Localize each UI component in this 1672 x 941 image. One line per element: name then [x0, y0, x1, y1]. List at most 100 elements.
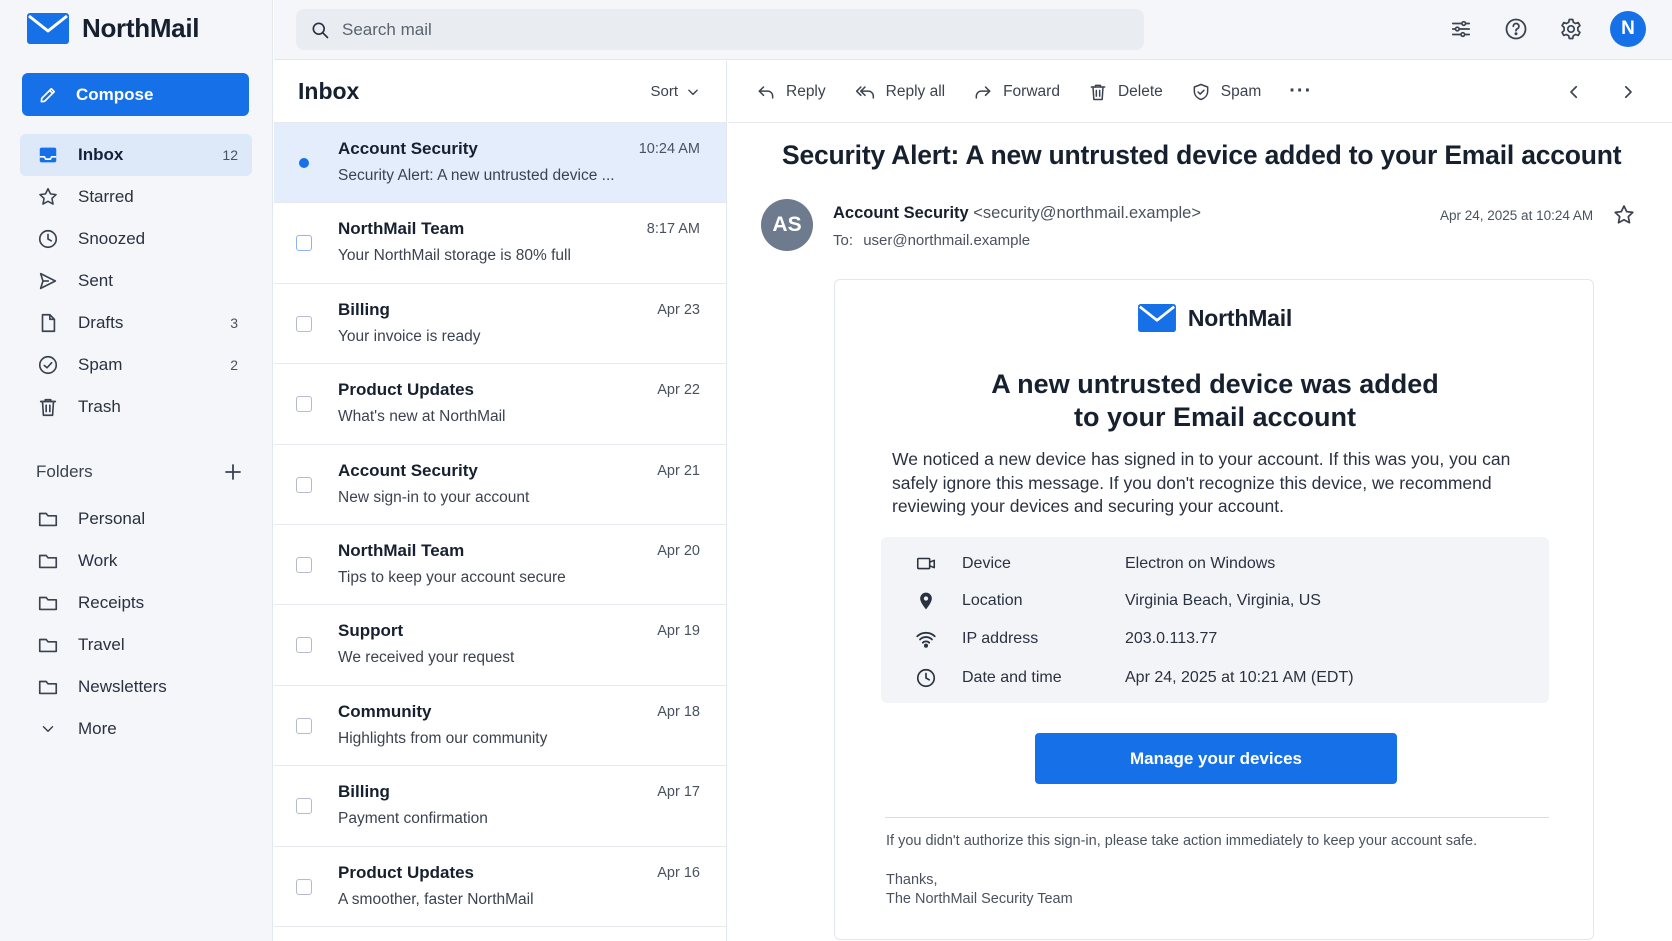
sidebar-item-inbox[interactable]: Inbox 12 — [20, 134, 252, 176]
detail-label: Device — [962, 555, 1011, 572]
message-row[interactable]: Account Security New sign-in to your acc… — [274, 445, 726, 525]
detail-row-device: Device Electron on Windows — [881, 546, 1549, 582]
more-actions-button[interactable]: ··· — [1289, 80, 1312, 103]
sidebar-item-label: Spam — [78, 355, 123, 374]
row-checkbox[interactable] — [296, 637, 312, 654]
chevron-right-icon[interactable] — [1614, 78, 1642, 106]
folder-icon — [36, 675, 60, 699]
row-checkbox[interactable] — [296, 315, 312, 332]
sidebar-item-sent[interactable]: Sent — [20, 260, 252, 302]
sidebar-more[interactable]: More — [20, 708, 252, 750]
message-subject: Your invoice is ready — [338, 327, 481, 345]
row-checkbox[interactable] — [296, 396, 312, 413]
folder-item-personal[interactable]: Personal — [20, 498, 252, 540]
message-row[interactable]: Product Updates What's new at NorthMail … — [274, 364, 726, 445]
brand[interactable]: NorthMail — [27, 13, 199, 44]
sidebar-item-snoozed[interactable]: Snoozed — [20, 218, 252, 260]
star-icon[interactable] — [1612, 203, 1638, 229]
reply-button[interactable]: Reply — [756, 82, 826, 102]
shield-icon — [1191, 82, 1211, 102]
message-row[interactable]: Support We received your request Apr 19 — [274, 605, 726, 686]
send-icon — [36, 269, 60, 293]
sidebar-item-spam[interactable]: Spam 2 — [20, 344, 252, 386]
help-icon[interactable] — [1500, 13, 1532, 45]
message-row[interactable]: Billing Payment confirmation Apr 17 — [274, 766, 726, 847]
message-sender: Billing — [338, 299, 390, 319]
delete-button[interactable]: Delete — [1088, 82, 1163, 102]
top-bar: N — [274, 0, 1672, 60]
search-input[interactable] — [342, 19, 1102, 40]
message-sender: Support — [338, 621, 404, 641]
row-checkbox[interactable] — [296, 556, 312, 573]
sign-in-details: Device Electron on Windows Location Virg… — [881, 537, 1549, 703]
folder-label: Travel — [78, 635, 125, 654]
detail-value: Virginia Beach, Virginia, US — [1125, 592, 1321, 609]
folder-label: Receipts — [78, 593, 145, 612]
account-avatar[interactable]: N — [1610, 11, 1646, 47]
spam-button[interactable]: Spam — [1191, 82, 1261, 102]
message-row[interactable]: NorthMail Team Your NorthMail storage is… — [274, 203, 726, 284]
add-folder-icon[interactable] — [224, 463, 242, 481]
message-sender: NorthMail Team — [338, 540, 465, 560]
row-checkbox[interactable] — [296, 717, 312, 734]
message-time: 10:24 AM — [638, 141, 700, 157]
forward-button[interactable]: Forward — [973, 82, 1060, 102]
message-list-header: Inbox Sort — [274, 61, 726, 123]
sidebar-item-label: Starred — [78, 187, 134, 206]
folder-item-travel[interactable]: Travel — [20, 624, 252, 666]
sidebar-item-starred[interactable]: Starred — [20, 176, 252, 218]
folder-item-receipts[interactable]: Receipts — [20, 582, 252, 624]
sender-email: <security@northmail.example> — [973, 204, 1201, 222]
folder-item-work[interactable]: Work — [20, 540, 252, 582]
sidebar-item-trash[interactable]: Trash — [20, 386, 252, 428]
folder-label: Personal — [78, 509, 146, 528]
star-icon — [36, 185, 60, 209]
email-heading-line: A new untrusted device was added — [991, 369, 1439, 399]
compose-label: Compose — [76, 84, 154, 104]
message-row[interactable]: Community Highlights from our community … — [274, 686, 726, 767]
gear-icon[interactable] — [1555, 13, 1587, 45]
message-row[interactable]: NorthMail Team Tips to keep your account… — [274, 525, 726, 606]
unread-dot — [299, 158, 309, 168]
search-bar[interactable] — [296, 9, 1144, 50]
sort-button[interactable]: Sort — [650, 83, 700, 100]
sidebar: NorthMail Compose Inbox 12 Starred Snooz… — [0, 0, 273, 941]
message-subject: Tips to keep your account secure — [338, 568, 566, 586]
message-row[interactable]: Product Updates A smoother, faster North… — [274, 847, 726, 927]
email-brand-name: NorthMail — [1187, 304, 1293, 331]
message-row[interactable]: Account Security Security Alert: A new u… — [274, 123, 726, 204]
reply-all-button[interactable]: Reply all — [854, 82, 945, 102]
reply-all-icon — [854, 82, 876, 102]
email-body-card: NorthMail A new untrusted device was add… — [834, 279, 1594, 940]
folder-icon — [36, 507, 60, 531]
row-checkbox[interactable] — [296, 878, 312, 895]
sender-name[interactable]: Account Security — [833, 204, 969, 222]
inbox-icon — [36, 143, 60, 167]
row-checkbox[interactable] — [296, 235, 312, 252]
message-time: Apr 21 — [657, 462, 700, 479]
message-navigation — [1560, 78, 1642, 106]
manage-devices-button[interactable]: Manage your devices — [1035, 733, 1397, 784]
divider — [885, 817, 1549, 818]
reading-pane: Reply Reply all Forward Delete Spam ··· … — [728, 61, 1672, 941]
message-subject: Highlights from our community — [338, 729, 548, 747]
message-time: Apr 16 — [657, 864, 700, 881]
email-heading: A new untrusted device was added to your… — [875, 368, 1555, 434]
compose-button[interactable]: Compose — [22, 73, 249, 116]
message-time: Apr 22 — [657, 382, 700, 399]
message-toolbar: Reply Reply all Forward Delete Spam ··· — [728, 61, 1672, 123]
message-sender: Account Security — [338, 139, 478, 158]
folder-item-newsletters[interactable]: Newsletters — [20, 666, 252, 708]
folders-header: Folders — [36, 462, 242, 482]
sidebar-item-drafts[interactable]: Drafts 3 — [20, 302, 252, 344]
chevron-left-icon[interactable] — [1560, 78, 1588, 106]
message-row[interactable]: Billing Your invoice is ready Apr 23 — [274, 284, 726, 365]
message-subject: New sign-in to your account — [338, 488, 530, 506]
more-icon: ··· — [1289, 80, 1313, 102]
chevron-down-icon — [686, 85, 700, 99]
row-checkbox[interactable] — [296, 798, 312, 815]
file-icon — [36, 311, 60, 335]
detail-value: Apr 24, 2025 at 10:21 AM (EDT) — [1125, 669, 1354, 686]
filter-settings-icon[interactable] — [1445, 13, 1477, 45]
row-checkbox[interactable] — [296, 476, 312, 493]
